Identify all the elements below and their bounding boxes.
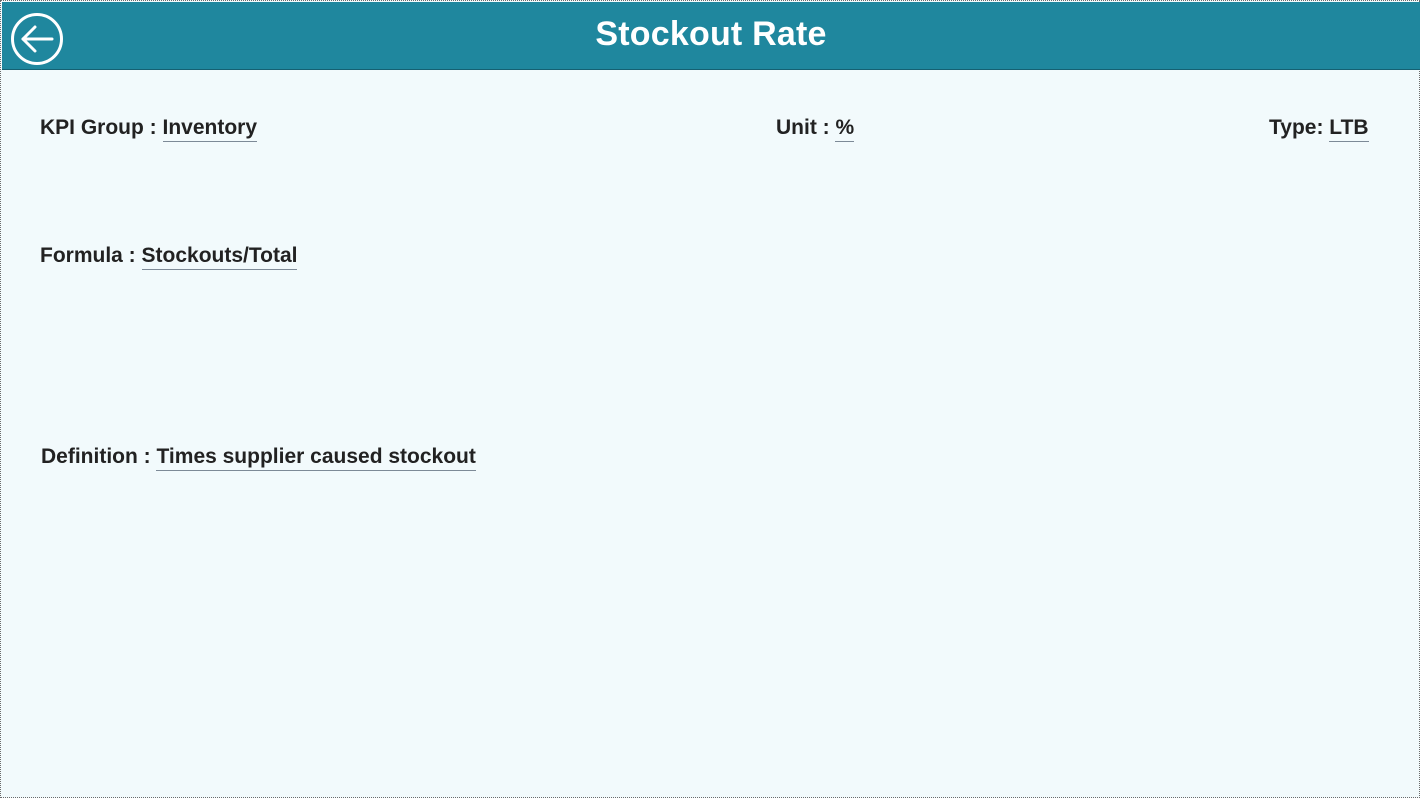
kpi-detail-panel: Stockout Rate KPI Group : Inventory Unit… xyxy=(0,0,1420,798)
unit-label: Unit : xyxy=(776,116,836,139)
type-value: LTB xyxy=(1329,116,1369,142)
page-title: Stockout Rate xyxy=(595,15,827,53)
formula-field: Formula : Stockouts/Total xyxy=(40,244,298,270)
definition-label: Definition : xyxy=(41,445,157,468)
kpi-group-label: KPI Group : xyxy=(40,116,163,139)
formula-label: Formula : xyxy=(40,244,142,267)
kpi-group-field: KPI Group : Inventory xyxy=(40,116,258,142)
definition-value: Times supplier caused stockout xyxy=(156,445,476,471)
definition-field: Definition : Times supplier caused stock… xyxy=(41,445,476,471)
type-field: Type: LTB xyxy=(1269,116,1369,142)
unit-field: Unit : % xyxy=(776,116,855,142)
header-bar: Stockout Rate xyxy=(2,2,1420,70)
kpi-group-value: Inventory xyxy=(162,116,258,142)
unit-value: % xyxy=(835,116,855,142)
type-label: Type: xyxy=(1269,116,1330,139)
formula-value: Stockouts/Total xyxy=(141,244,298,270)
